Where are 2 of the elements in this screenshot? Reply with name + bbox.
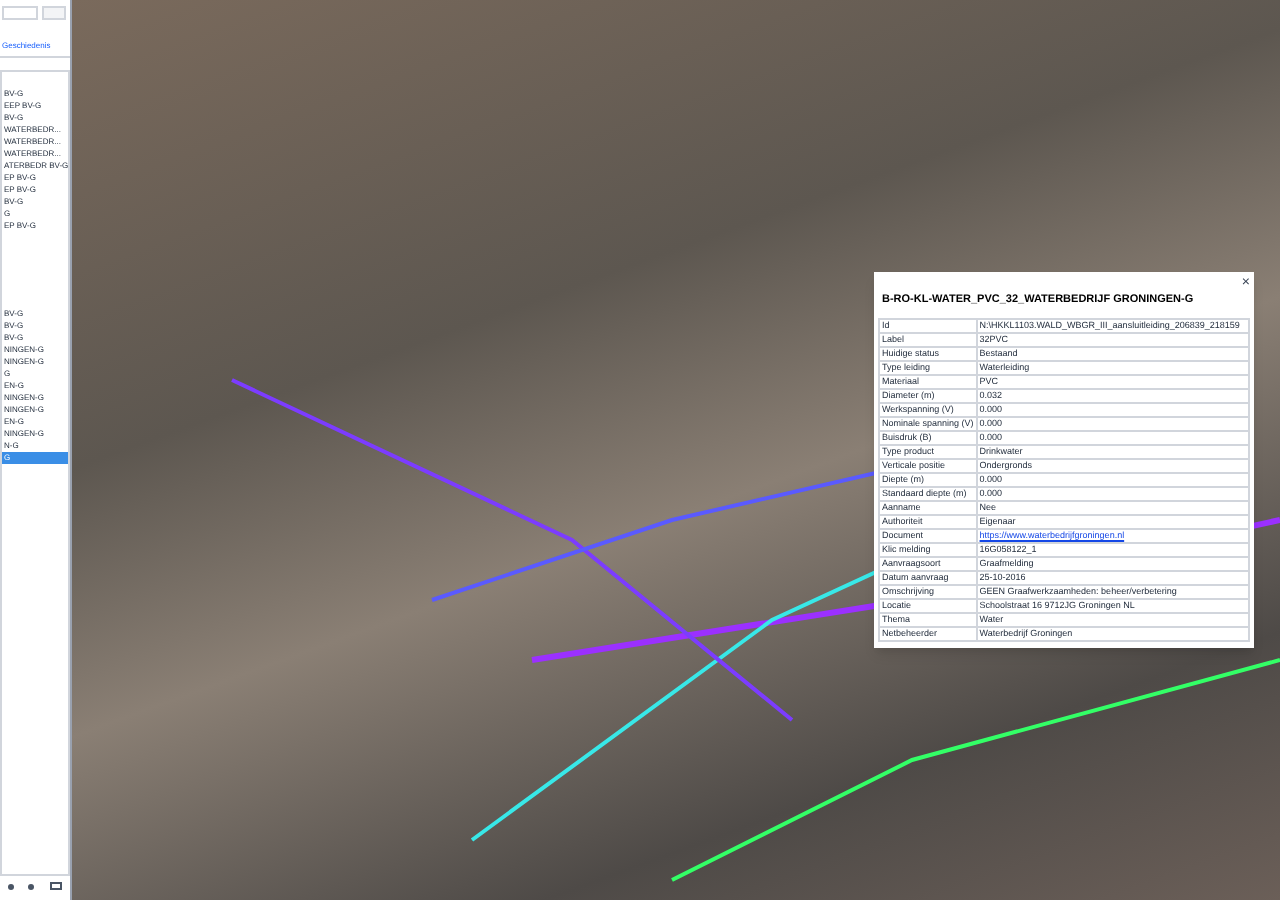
window-icon[interactable] <box>50 882 63 890</box>
search-field[interactable] <box>2 6 38 20</box>
